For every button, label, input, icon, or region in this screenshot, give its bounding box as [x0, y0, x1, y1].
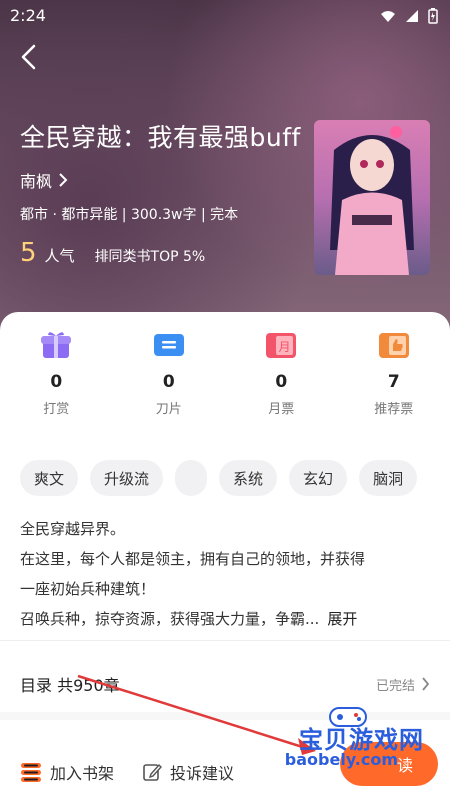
description-line: 召唤兵种，掠夺资源，获得强大力量，争霸... [20, 610, 319, 628]
chevron-right-icon [58, 173, 68, 187]
popularity-label: 人气 [45, 245, 75, 266]
book-title: 全民穿越：我有最强buff [20, 118, 301, 154]
stat-label: 打赏 [43, 398, 69, 417]
status-icons [380, 8, 438, 24]
rank-text: 排同类书TOP 5% [95, 246, 206, 266]
add-to-shelf-button[interactable]: 加入书架 [20, 760, 114, 784]
toc-status: 已完结 [376, 675, 430, 694]
tag[interactable]: 爽文 [20, 460, 78, 496]
svg-text:月: 月 [279, 340, 291, 354]
add-to-shelf-label: 加入书架 [50, 760, 114, 784]
stat-tip[interactable]: 0 打赏 [0, 330, 113, 417]
watermark-url: baobely.com [285, 750, 398, 769]
author-name: 南枫 [20, 168, 52, 192]
tag[interactable]: 脑洞 [359, 460, 417, 496]
stat-value: 0 [275, 372, 287, 392]
popularity-row: 5 人气 排同类书TOP 5% [20, 238, 205, 268]
popularity-value: 5 [20, 238, 37, 268]
bookshelf-icon [20, 761, 42, 783]
tag-list: 爽文 升级流 系统 玄幻 脑洞 [20, 460, 417, 496]
gift-icon [40, 330, 72, 360]
tag[interactable]: 系统 [219, 460, 277, 496]
stat-recommend[interactable]: 7 推荐票 [338, 330, 450, 417]
tag[interactable] [175, 460, 207, 496]
expand-button[interactable]: 展开 [327, 610, 357, 628]
book-description: 全民穿越异界。 在这里，每个人都是领主，拥有自己的领地，并获得 一座初始兵种建筑… [20, 514, 430, 634]
stat-label: 月票 [268, 398, 294, 417]
description-line-last: 召唤兵种，掠夺资源，获得强大力量，争霸... 展开 [20, 604, 430, 634]
divider [0, 640, 450, 641]
status-time: 2:24 [10, 6, 46, 25]
stat-monthly-ticket[interactable]: 月 0 月票 [225, 330, 338, 417]
description-line: 一座初始兵种建筑！ [20, 574, 430, 604]
report-label: 投诉建议 [170, 760, 234, 784]
watermark: 宝贝游戏网 baobely.com [258, 710, 428, 782]
stat-blade[interactable]: 0 刀片 [113, 330, 226, 417]
status-bar: 2:24 [0, 0, 450, 32]
thumbs-up-icon [378, 330, 410, 360]
stats-row: 0 打赏 0 刀片 月 0 月票 [0, 330, 450, 417]
back-icon[interactable] [16, 42, 44, 72]
tag[interactable]: 玄幻 [289, 460, 347, 496]
report-button[interactable]: 投诉建议 [142, 760, 234, 784]
stat-label: 推荐票 [374, 398, 413, 417]
battery-icon [428, 8, 438, 24]
chevron-right-icon [421, 677, 430, 691]
author-link[interactable]: 南枫 [20, 168, 68, 192]
book-cover[interactable] [314, 120, 430, 275]
tag[interactable]: 升级流 [90, 460, 163, 496]
stat-value: 0 [163, 372, 175, 392]
stat-value: 7 [388, 372, 400, 392]
table-of-contents-row[interactable]: 目录 共950章 已完结 [20, 672, 430, 696]
completion-status: 已完结 [376, 675, 415, 694]
signal-icon [404, 9, 420, 23]
description-line: 全民穿越异界。 [20, 514, 430, 544]
stat-label: 刀片 [156, 398, 182, 417]
description-line: 在这里，每个人都是领主，拥有自己的领地，并获得 [20, 544, 430, 574]
toc-label: 目录 共950章 [20, 672, 120, 696]
month-ticket-icon: 月 [265, 330, 297, 360]
stat-value: 0 [50, 372, 62, 392]
ticket-icon [153, 330, 185, 360]
edit-icon [142, 762, 162, 782]
wifi-icon [380, 9, 396, 23]
book-meta: 都市 · 都市异能 | 300.3w字 | 完本 [20, 204, 238, 224]
